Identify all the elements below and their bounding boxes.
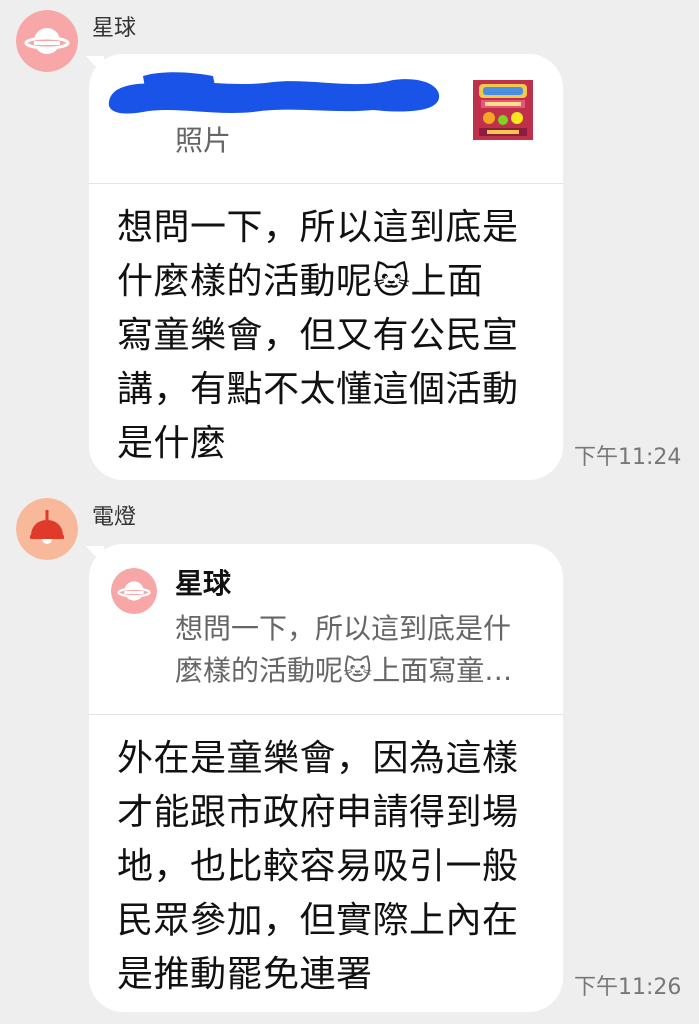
photo-label: 照片 (175, 124, 232, 157)
timestamp: 下午11:24 (574, 445, 682, 470)
sender-name: 星球 (92, 16, 137, 41)
photo-thumbnail[interactable] (473, 80, 533, 140)
avatar-lamp[interactable] (16, 498, 78, 560)
planet-icon (16, 10, 78, 72)
timestamp: 下午11:26 (574, 975, 682, 1000)
redaction-mark (108, 72, 440, 114)
message-text: 外在是童樂會，因為這樣 才能跟市政府申請得到場 地，也比較容易吸引一般 民眾參加… (117, 738, 519, 995)
reply-sender-name: 星球 (175, 567, 232, 600)
sender-name: 電燈 (92, 505, 137, 530)
quoted-photo-preview[interactable]: 照片 (89, 54, 563, 184)
avatar-planet[interactable] (16, 10, 78, 72)
message-text: 想問一下，所以這到底是 什麼樣的活動呢🐱上面 寫童樂會，但又有公民宣 講，有點不… (117, 207, 519, 464)
lamp-icon (16, 498, 78, 560)
reply-preview-text: 想問一下，所以這到底是什 麼樣的活動呢🐱上面寫童… (175, 612, 513, 687)
planet-icon (111, 568, 157, 614)
reply-avatar-planet (111, 568, 157, 614)
event-poster-icon (473, 80, 533, 140)
reply-quote[interactable]: 星球 想問一下，所以這到底是什 麼樣的活動呢🐱上面寫童… (89, 544, 563, 715)
message-bubble[interactable]: 照片 想問一下，所以這到底是 什麼樣的活動呢🐱上面 寫童樂會，但又有公民宣 講，… (89, 54, 563, 480)
message-bubble[interactable]: 星球 想問一下，所以這到底是什 麼樣的活動呢🐱上面寫童… 外在是童樂會，因為這樣… (89, 544, 563, 1012)
